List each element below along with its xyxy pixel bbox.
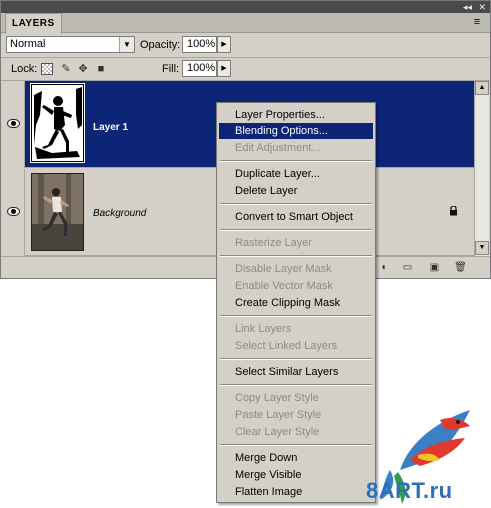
screenshot: ◂◂ ✕ LAYERS ≡ Normal ▼ Opacity: 100% ▶ L… xyxy=(0,0,491,508)
menu-item-flatten-image[interactable]: Flatten Image xyxy=(219,484,373,500)
new-layer-icon[interactable]: ▣ xyxy=(428,262,441,274)
panel-titlebar: ◂◂ ✕ xyxy=(1,1,490,13)
lock-label: Lock: xyxy=(11,63,38,75)
scroll-down-icon[interactable]: ▼ xyxy=(475,241,489,255)
menu-item-delete-layer[interactable]: Delete Layer xyxy=(219,183,373,199)
menu-separator xyxy=(220,203,372,205)
opacity-input[interactable]: 100% xyxy=(182,36,217,53)
panel-tab-row: LAYERS ≡ xyxy=(1,13,490,34)
menu-separator xyxy=(220,229,372,231)
layer-thumbnail xyxy=(31,173,84,251)
lock-fill-row: Lock: ✎ ✥ ■ Fill: 100% ▶ xyxy=(1,58,490,80)
layer-context-menu: Layer Properties... Blending Options... … xyxy=(216,102,376,503)
layer-name[interactable]: Layer 1 xyxy=(93,122,128,133)
visibility-toggle[interactable] xyxy=(1,169,25,256)
menu-item-merge-visible[interactable]: Merge Visible xyxy=(219,467,373,483)
lock-all-icon[interactable]: ■ xyxy=(95,63,107,75)
menu-item-blending-options[interactable]: Blending Options... xyxy=(219,123,373,139)
fill-slider-arrow-icon[interactable]: ▶ xyxy=(217,60,231,77)
menu-item-rasterize-layer: Rasterize Layer xyxy=(235,237,313,249)
layers-scrollbar[interactable]: ▲ ▼ xyxy=(474,81,489,256)
menu-separator xyxy=(220,315,372,317)
opacity-label: Opacity: xyxy=(140,39,181,51)
dancer-silhouette-icon xyxy=(32,85,83,161)
menu-item-edit-adjustment: Edit Adjustment... xyxy=(235,142,321,154)
menu-separator xyxy=(220,358,372,360)
watermark-text: 8ART.ru xyxy=(366,478,453,503)
delete-layer-icon[interactable]: 🗑 xyxy=(454,262,467,274)
blend-mode-select[interactable]: Normal ▼ xyxy=(6,36,135,53)
lock-transparent-pixels-icon[interactable] xyxy=(41,63,53,75)
lock-position-icon[interactable]: ✥ xyxy=(77,63,89,75)
menu-item-copy-layer-style: Copy Layer Style xyxy=(235,392,319,404)
menu-item-select-similar-layers[interactable]: Select Similar Layers xyxy=(219,364,373,380)
menu-separator xyxy=(220,160,372,162)
menu-item-disable-layer-mask: Disable Layer Mask xyxy=(235,263,332,275)
menu-item-enable-vector-mask: Enable Vector Mask xyxy=(235,280,333,292)
tab-layers[interactable]: LAYERS xyxy=(5,13,62,34)
collapse-icon[interactable]: ◂◂ xyxy=(463,1,472,13)
opacity-slider-arrow-icon[interactable]: ▶ xyxy=(217,36,231,53)
menu-separator xyxy=(220,255,372,257)
fill-input[interactable]: 100% xyxy=(182,60,217,77)
menu-separator xyxy=(220,384,372,386)
menu-item-select-linked-layers: Select Linked Layers xyxy=(235,340,338,352)
menu-item-merge-down[interactable]: Merge Down xyxy=(219,450,373,466)
eye-icon xyxy=(7,119,20,128)
layer-thumbnail xyxy=(30,83,85,163)
panel-menu-icon[interactable]: ≡ xyxy=(470,15,484,29)
menu-item-create-clipping-mask[interactable]: Create Clipping Mask xyxy=(219,295,373,311)
eye-icon xyxy=(7,207,20,216)
menu-separator xyxy=(220,444,372,446)
fill-label: Fill: xyxy=(162,63,180,75)
menu-item-duplicate-layer[interactable]: Duplicate Layer... xyxy=(219,166,373,182)
blend-opacity-row: Normal ▼ Opacity: 100% ▶ xyxy=(1,33,490,57)
menu-item-link-layers: Link Layers xyxy=(235,323,292,335)
close-icon[interactable]: ✕ xyxy=(478,1,486,13)
menu-item-clear-layer-style: Clear Layer Style xyxy=(235,426,320,438)
menu-item-paste-layer-style: Paste Layer Style xyxy=(235,409,322,421)
dancer-photo-icon xyxy=(32,174,83,250)
scroll-up-icon[interactable]: ▲ xyxy=(475,81,489,95)
blend-mode-value: Normal xyxy=(10,38,46,50)
layer-name[interactable]: Background xyxy=(93,208,146,219)
new-group-icon[interactable]: ▭ xyxy=(401,262,414,274)
chevron-down-icon[interactable]: ▼ xyxy=(119,37,134,52)
lock-image-pixels-icon[interactable]: ✎ xyxy=(60,63,72,75)
visibility-toggle[interactable] xyxy=(1,81,25,168)
lock-icon xyxy=(449,205,458,216)
adjustment-layer-icon[interactable]: ◐ xyxy=(378,262,391,274)
menu-item-convert-to-smart-object[interactable]: Convert to Smart Object xyxy=(219,209,373,225)
menu-item-layer-properties[interactable]: Layer Properties... xyxy=(219,107,373,123)
